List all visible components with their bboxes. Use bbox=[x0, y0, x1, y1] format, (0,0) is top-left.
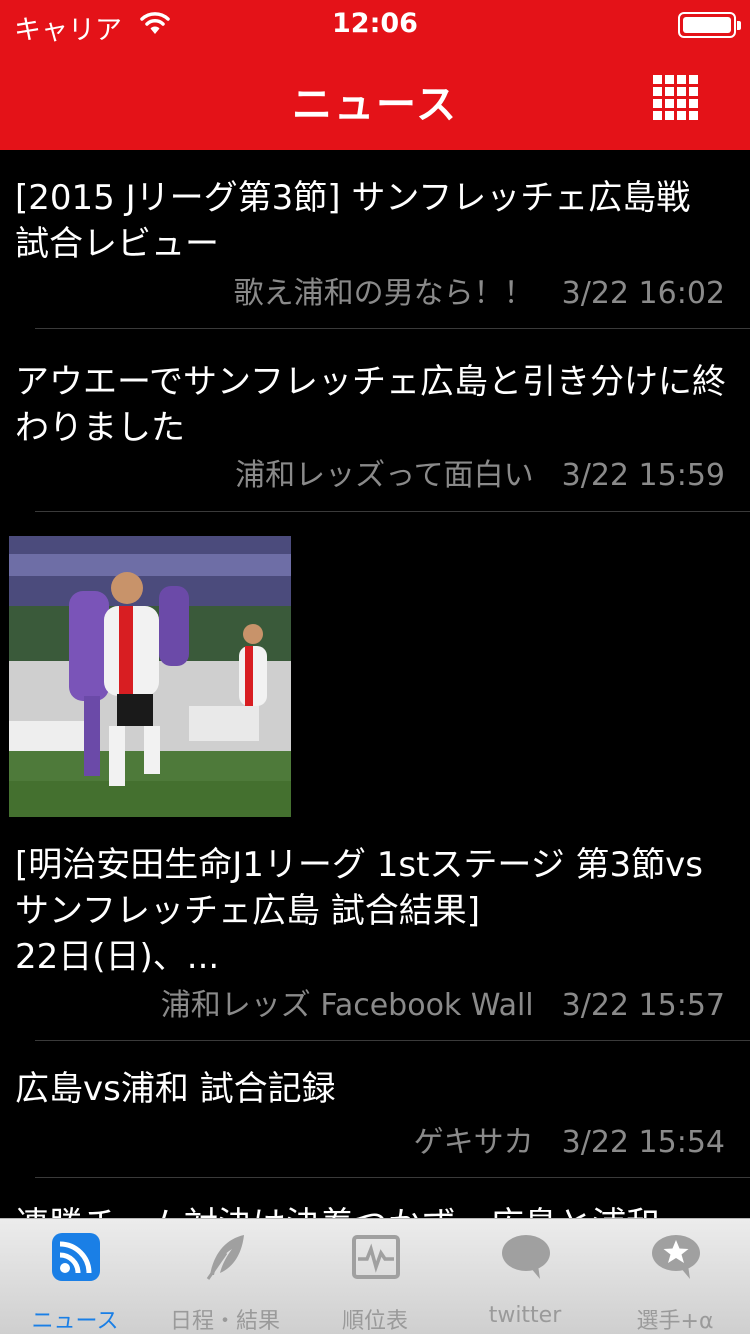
tab-players[interactable]: 選手+α bbox=[600, 1219, 750, 1334]
news-source: 浦和レッズって面白い bbox=[235, 458, 534, 493]
news-meta: 浦和レッズって面白い 3/22 15:59 bbox=[235, 450, 725, 494]
tab-standings[interactable]: 順位表 bbox=[300, 1219, 450, 1334]
page-title: ニュース bbox=[292, 82, 458, 128]
app-screen: キャリア 12:06 ニュース [2015 Jリーグ第3節] サンフレッチェ広島… bbox=[0, 0, 750, 1334]
news-item[interactable]: [明治安田生命J1リーグ 1stステージ 第3節vsサンフレッチェ広島 試合結果… bbox=[0, 512, 750, 1040]
news-time: 3/22 16:02 bbox=[561, 276, 725, 311]
grid-icon[interactable] bbox=[653, 75, 699, 121]
news-title: [明治安田生命J1リーグ 1stステージ 第3節vsサンフレッチェ広島 試合結果… bbox=[15, 845, 704, 931]
news-meta: 歌え浦和の男なら！！ 3/22 16:02 bbox=[234, 268, 725, 312]
chart-icon bbox=[352, 1235, 400, 1279]
news-item[interactable]: アウエーでサンフレッチェ広島と引き分けに終わりました 浦和レッズって面白い 3/2… bbox=[0, 329, 750, 511]
news-item[interactable]: 連勝チーム対決は決着つかず…広島と浦和 bbox=[0, 1178, 750, 1218]
news-meta: ゲキサカ 3/22 15:54 bbox=[414, 1117, 725, 1161]
rss-icon bbox=[52, 1233, 100, 1281]
news-title-continued: 22日(日)、... bbox=[15, 937, 220, 977]
tab-label: ニュース bbox=[31, 1309, 119, 1334]
status-bar: キャリア 12:06 bbox=[0, 0, 750, 48]
news-source: 浦和レッズ Facebook Wall bbox=[160, 988, 534, 1023]
news-item[interactable]: [2015 Jリーグ第3節] サンフレッチェ広島戦 試合レビュー 歌え浦和の男な… bbox=[0, 150, 750, 328]
feather-icon bbox=[206, 1235, 244, 1280]
tab-label: 日程・結果 bbox=[169, 1309, 280, 1334]
news-title: 連勝チーム対決は決着つかず…広島と浦和 bbox=[15, 1202, 735, 1218]
tab-twitter[interactable]: twitter bbox=[450, 1219, 600, 1334]
news-list: [2015 Jリーグ第3節] サンフレッチェ広島戦 試合レビュー 歌え浦和の男な… bbox=[0, 150, 750, 1218]
tab-label: 選手+α bbox=[636, 1309, 714, 1334]
tab-label: 順位表 bbox=[341, 1309, 408, 1334]
status-time: 12:06 bbox=[332, 8, 418, 39]
news-time: 3/22 15:59 bbox=[561, 458, 725, 493]
news-title: アウエーでサンフレッチェ広島と引き分けに終わりました bbox=[15, 362, 726, 448]
news-meta: 浦和レッズ Facebook Wall 3/22 15:57 bbox=[161, 980, 725, 1024]
battery-icon bbox=[678, 12, 741, 38]
news-time: 3/22 15:54 bbox=[561, 1125, 725, 1160]
speech-bubble-icon bbox=[502, 1235, 550, 1279]
news-title: 広島vs浦和 試合記録 bbox=[15, 1069, 336, 1109]
news-time: 3/22 15:57 bbox=[561, 988, 725, 1023]
soccer-photo bbox=[9, 536, 291, 817]
tab-news[interactable]: ニュース bbox=[0, 1219, 150, 1334]
tab-schedule-results[interactable]: 日程・結果 bbox=[150, 1219, 300, 1334]
news-item[interactable]: 広島vs浦和 試合記録 ゲキサカ 3/22 15:54 bbox=[0, 1041, 750, 1177]
news-title: [2015 Jリーグ第3節] サンフレッチェ広島戦 試合レビュー bbox=[15, 178, 691, 264]
news-source: ゲキサカ bbox=[413, 1125, 534, 1160]
news-source: 歌え浦和の男なら！！ bbox=[233, 276, 534, 311]
star-bubble-icon bbox=[652, 1235, 700, 1279]
header-bar: キャリア 12:06 ニュース bbox=[0, 0, 750, 150]
tab-label: twitter bbox=[488, 1303, 562, 1328]
tab-bar: ニュース 日程・結果 順位表 twitter 選手+α bbox=[0, 1218, 750, 1334]
news-thumbnail bbox=[9, 536, 291, 817]
